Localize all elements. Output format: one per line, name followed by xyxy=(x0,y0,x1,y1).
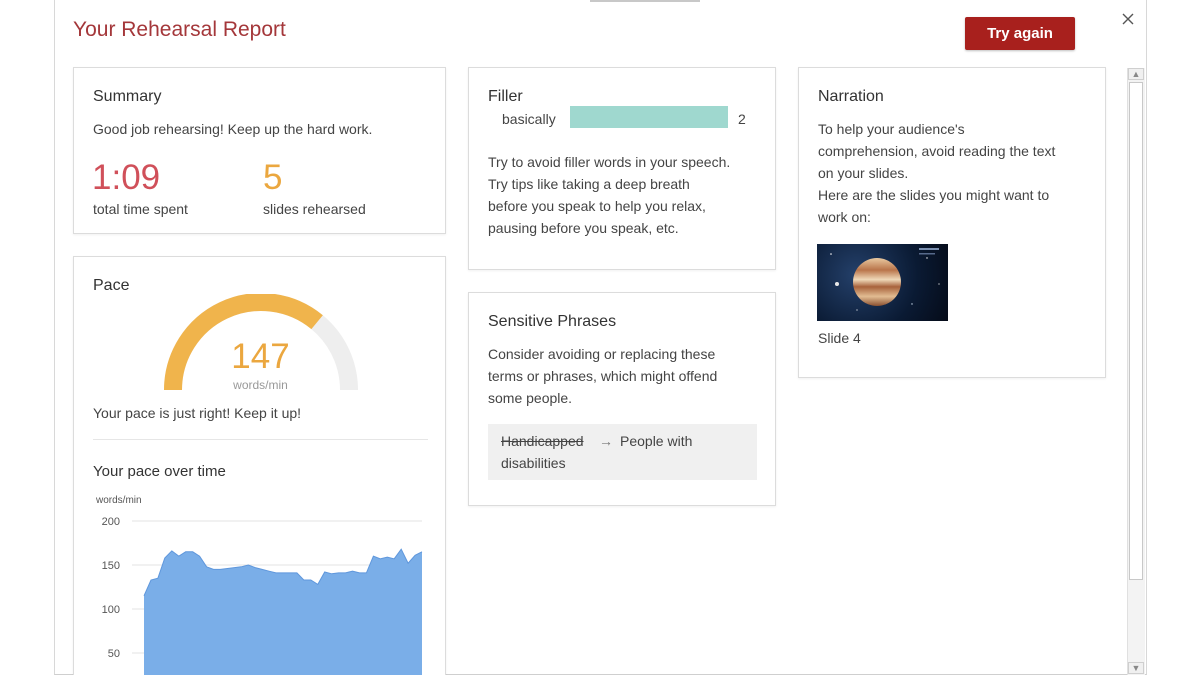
summary-card: Summary Good job rehearsing! Keep up the… xyxy=(73,67,446,234)
chart-y-tick-label: 200 xyxy=(102,516,120,528)
summary-message: Good job rehearsing! Keep up the hard wo… xyxy=(93,121,373,137)
slides-rehearsed-value: 5 xyxy=(263,158,283,197)
narration-card: Narration To help your audience's compre… xyxy=(798,67,1106,378)
slide-thumbnail[interactable] xyxy=(817,244,948,321)
filler-tip-line-3: before you speak to help you relax, xyxy=(488,198,706,214)
time-spent-label: total time spent xyxy=(93,201,188,217)
scroll-down-arrow-icon[interactable]: ▼ xyxy=(1128,662,1144,674)
narration-line-2: comprehension, avoid reading the text xyxy=(818,143,1056,159)
filler-tip-line-1: Try to avoid filler words in your speech… xyxy=(488,154,731,170)
filler-tip-line-2: Try tips like taking a deep breath xyxy=(488,176,690,192)
replacement-phrase-line-1: People with xyxy=(620,433,693,449)
pace-card: Pace 147 words/min Your pace is just rig… xyxy=(73,256,446,675)
chart-y-unit-label: words/min xyxy=(95,495,142,506)
pace-title: Pace xyxy=(93,277,130,294)
sensitive-description-line-2: terms or phrases, which might offend xyxy=(488,368,718,384)
chart-y-tick-label: 150 xyxy=(102,560,120,572)
chart-y-tick-label: 100 xyxy=(102,604,120,616)
filler-tip-line-4: pausing before you speak, etc. xyxy=(488,220,679,236)
arrow-icon: → xyxy=(599,433,613,449)
replacement-phrase-line-2: disabilities xyxy=(501,455,566,471)
sensitive-description-line-3: some people. xyxy=(488,390,573,406)
filler-card: Filler basically 2 Try to avoid filler w… xyxy=(468,67,776,270)
pace-unit: words/min xyxy=(233,378,288,392)
filler-count: 2 xyxy=(738,111,746,127)
pace-message: Your pace is just right! Keep it up! xyxy=(93,405,302,421)
sensitive-phrases-card: Sensitive Phrases Consider avoiding or r… xyxy=(468,292,776,506)
scroll-up-arrow-icon[interactable]: ▲ xyxy=(1128,68,1144,80)
narration-title: Narration xyxy=(818,88,884,105)
page-title: Your Rehearsal Report xyxy=(73,18,286,41)
phrase-replacement-box: Handicapped → People with disabilities xyxy=(488,424,757,480)
original-phrase: Handicapped xyxy=(501,433,584,449)
narration-line-5: work on: xyxy=(818,209,871,225)
filler-title: Filler xyxy=(488,88,523,105)
slides-rehearsed-label: slides rehearsed xyxy=(263,201,366,217)
filler-word: basically xyxy=(502,111,556,127)
close-icon[interactable] xyxy=(1120,11,1136,27)
filler-bar xyxy=(570,106,728,128)
pace-over-time-title: Your pace over time xyxy=(93,463,226,480)
window-top-edge xyxy=(590,0,700,2)
sensitive-phrases-title: Sensitive Phrases xyxy=(488,313,617,330)
time-spent-value: 1:09 xyxy=(92,158,161,197)
pace-over-time-chart: words/min 200 150 100 50 xyxy=(95,495,423,675)
pace-value: 147 xyxy=(231,337,290,376)
slide-label: Slide 4 xyxy=(818,330,861,346)
narration-line-3: on your slides. xyxy=(818,165,909,181)
summary-title: Summary xyxy=(93,88,162,105)
sensitive-description-line-1: Consider avoiding or replacing these xyxy=(488,346,716,362)
pace-area-series xyxy=(144,549,422,675)
narration-line-4: Here are the slides you might want to xyxy=(818,187,1050,203)
try-again-button[interactable]: Try again xyxy=(965,17,1075,50)
scrollbar-thumb[interactable] xyxy=(1129,82,1143,580)
chart-y-tick-label: 50 xyxy=(108,648,120,660)
pace-divider xyxy=(93,439,428,440)
narration-line-1: To help your audience's xyxy=(818,121,965,137)
